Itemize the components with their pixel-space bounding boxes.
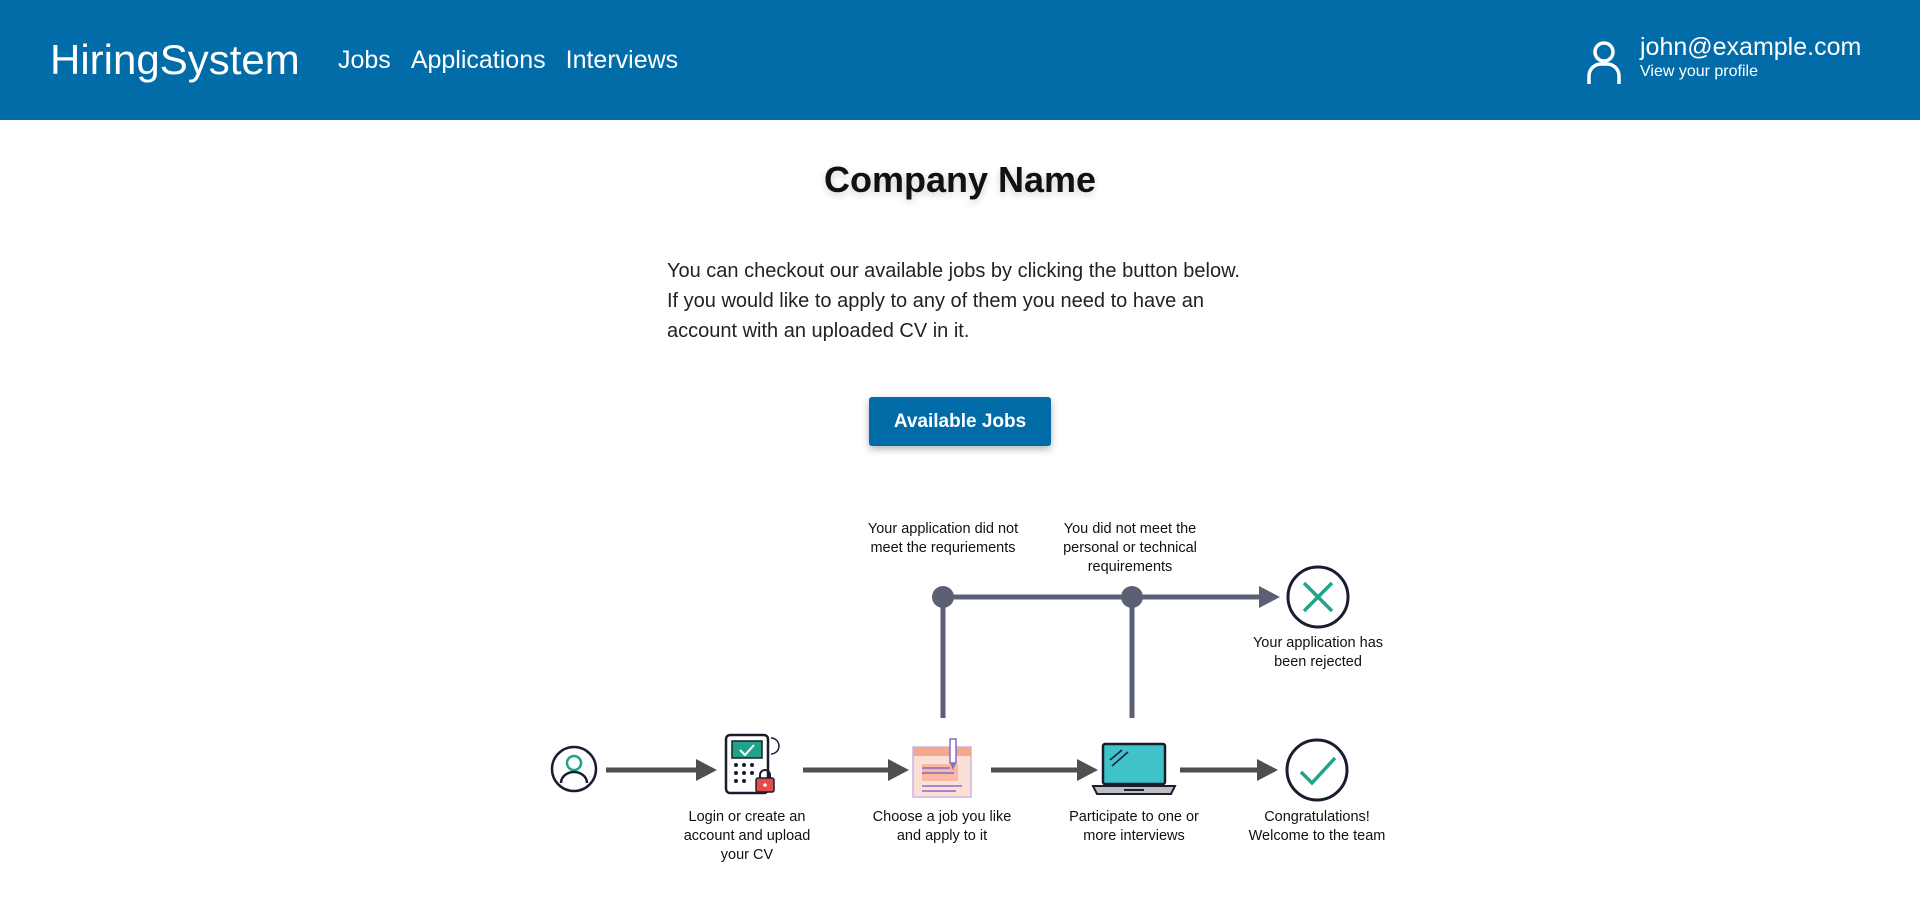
nav-link-interviews[interactable]: Interviews bbox=[566, 44, 679, 76]
company-name: Company Name bbox=[823, 159, 1097, 200]
branch-node-application bbox=[932, 586, 954, 608]
flow-graphics bbox=[550, 565, 1350, 802]
fail-label-interview: You did not meet the personal or technic… bbox=[1063, 521, 1197, 575]
rejected-label: Your application has been rejected bbox=[1252, 635, 1384, 670]
nav-links: Jobs Applications Interviews bbox=[338, 44, 678, 76]
nav-link-jobs[interactable]: Jobs bbox=[338, 44, 391, 76]
step-label-login: Login or create an account and upload yo… bbox=[683, 809, 811, 863]
profile-link[interactable]: john@example.com View your profile bbox=[1586, 32, 1861, 86]
job-form-icon bbox=[912, 738, 972, 798]
user-icon bbox=[550, 745, 598, 793]
step-label-interviews: Participate to one or more interviews bbox=[1069, 809, 1199, 844]
fail-label-application: Your application did not meet the requri… bbox=[867, 521, 1019, 556]
check-circle-icon bbox=[1285, 738, 1349, 802]
keypad-lock-icon bbox=[724, 733, 780, 795]
profile-subtitle: View your profile bbox=[1640, 63, 1758, 80]
profile-email: john@example.com bbox=[1640, 33, 1862, 61]
intro-text: You can checkout our available jobs by c… bbox=[667, 260, 1240, 342]
x-circle-icon bbox=[1286, 565, 1350, 629]
nav-link-applications[interactable]: Applications bbox=[411, 44, 546, 76]
available-jobs-button[interactable]: Available Jobs bbox=[869, 397, 1051, 446]
branch-node-interview bbox=[1121, 586, 1143, 608]
step-label-apply: Choose a job you like and apply to it bbox=[872, 809, 1012, 844]
rejection-branch bbox=[932, 586, 1280, 718]
hiring-process-diagram: Your application did not meet the requri… bbox=[540, 510, 1400, 910]
navbar: HiringSystem Jobs Applications Interview… bbox=[0, 0, 1920, 120]
profile-text: john@example.com View your profile bbox=[1640, 32, 1861, 82]
brand-logo[interactable]: HiringSystem bbox=[50, 36, 300, 84]
laptop-icon bbox=[1091, 742, 1177, 795]
step-label-welcome: Congratulations! Welcome to the team bbox=[1248, 809, 1386, 844]
user-icon bbox=[1587, 41, 1621, 84]
